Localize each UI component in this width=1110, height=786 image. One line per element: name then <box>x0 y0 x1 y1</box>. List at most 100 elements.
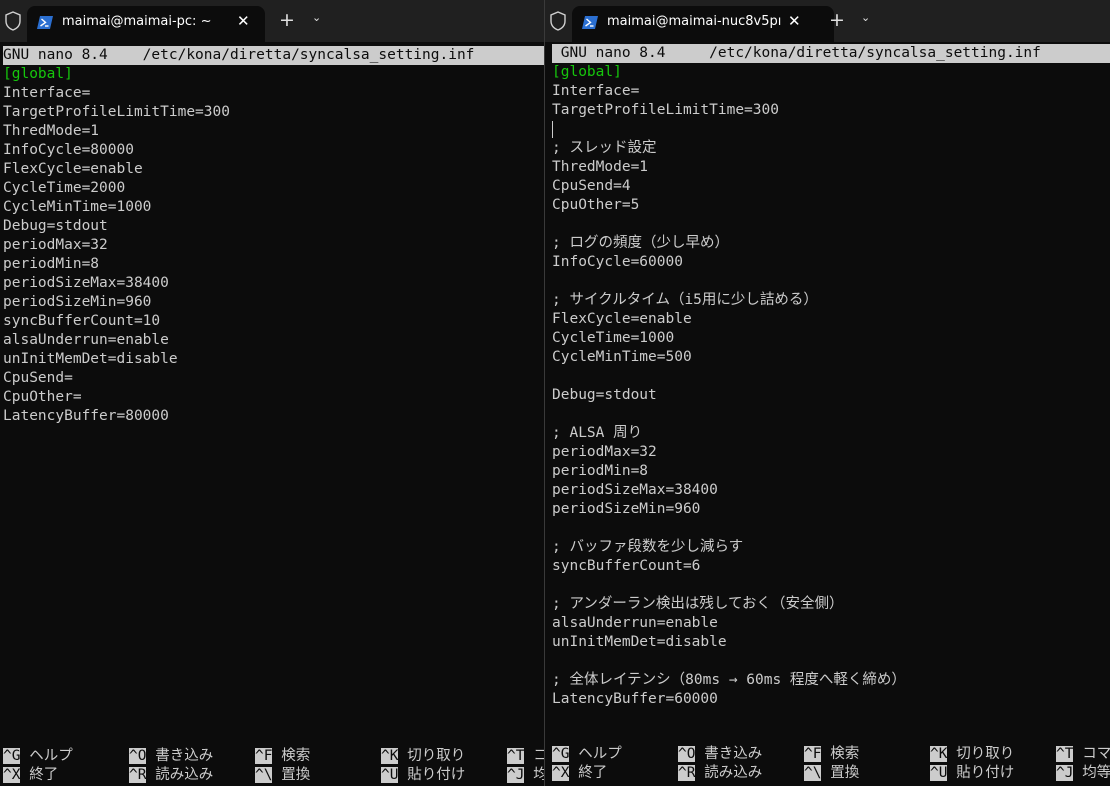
powershell-icon <box>37 16 53 29</box>
shortcut-key: ^U <box>381 767 399 783</box>
shortcut-item[interactable]: ^T コ <box>507 747 544 766</box>
new-tab-button[interactable]: + <box>829 9 845 31</box>
shortcut-item[interactable]: ^T コマ <box>1056 745 1110 764</box>
tab-bar: maimai@maimai-pc: ~ ✕ + ⌄ <box>0 0 544 42</box>
config-line: Debug=stdout <box>3 218 108 234</box>
config-line: periodMax=32 <box>3 237 108 253</box>
config-line: Debug=stdout <box>552 387 657 403</box>
shortcut-item[interactable]: ^U 貼り付け <box>381 766 465 785</box>
shortcut-label: 置換 <box>272 767 311 783</box>
config-line: CycleMinTime=500 <box>552 349 692 365</box>
config-line: ThredMode=1 <box>552 159 649 175</box>
shortcut-item[interactable]: ^R 読み込み <box>129 766 213 785</box>
shortcut-item[interactable]: ^F 検索 <box>255 747 310 766</box>
config-line: InfoCycle=80000 <box>3 142 134 158</box>
config-line: periodSizeMax=38400 <box>552 482 718 498</box>
shortcut-item[interactable]: ^F 検索 <box>804 745 859 764</box>
shortcut-key: ^F <box>255 748 273 764</box>
shortcut-key: ^J <box>507 767 525 783</box>
shortcut-item[interactable]: ^X 終了 <box>552 764 607 783</box>
config-line: CpuSend=4 <box>552 178 631 194</box>
shortcut-item[interactable]: ^J 均等 <box>1056 764 1110 783</box>
shortcut-item[interactable]: ^K 切り取り <box>381 747 465 766</box>
chevron-down-icon[interactable]: ⌄ <box>312 11 321 24</box>
tab-terminal[interactable]: maimai@maimai-pc: ~ ✕ <box>27 6 265 42</box>
config-line: alsaUnderrun=enable <box>3 332 169 348</box>
shortcut-key: ^G <box>3 748 21 764</box>
shortcut-label: 貼り付け <box>947 765 1015 781</box>
shortcut-key: ^X <box>552 765 570 781</box>
config-line: InfoCycle=60000 <box>552 254 683 270</box>
config-line: periodMax=32 <box>552 444 657 460</box>
shortcut-item[interactable]: ^U 貼り付け <box>930 764 1014 783</box>
shortcut-item[interactable]: ^\ 置換 <box>255 766 310 785</box>
shortcut-item[interactable]: ^G ヘルプ <box>3 747 73 766</box>
new-tab-button[interactable]: + <box>279 9 295 31</box>
nano-title: GNU nano 8.4 /etc/kona/diretta/syncalsa_… <box>552 45 1041 61</box>
shortcut-label: 終了 <box>569 765 608 781</box>
shortcut-label: 均等 <box>1073 765 1110 781</box>
shortcut-item[interactable]: ^O 書き込み <box>678 745 762 764</box>
config-line: periodMin=8 <box>3 256 100 272</box>
comment-line: ; ログの頻度（少し早め） <box>552 235 729 251</box>
comment-line: ; バッファ段数を少し減らす <box>552 539 744 555</box>
config-line: Interface= <box>552 83 640 99</box>
shortcut-item[interactable]: ^X 終了 <box>3 766 58 785</box>
shortcut-label: 検索 <box>272 748 311 764</box>
shortcut-key: ^O <box>129 748 147 764</box>
shortcut-key: ^R <box>678 765 696 781</box>
left-terminal-window: maimai@maimai-pc: ~ ✕ + ⌄ GNU nano 8.4 /… <box>0 0 544 786</box>
config-line: CpuOther= <box>3 389 82 405</box>
editor-content[interactable]: [global] Interface= TargetProfileLimitTime… <box>552 63 906 709</box>
config-line: syncBufferCount=10 <box>3 313 161 329</box>
shortcut-label: 切り取り <box>947 746 1015 762</box>
shortcut-key: ^T <box>1056 746 1074 762</box>
close-tab-icon[interactable]: ✕ <box>788 12 801 30</box>
shortcut-key: ^G <box>552 746 570 762</box>
shortcut-item[interactable]: ^G ヘルプ <box>552 745 622 764</box>
config-line: unInitMemDet=disable <box>3 351 178 367</box>
comment-line: ; アンダーラン検出は残しておく（安全側） <box>552 596 844 612</box>
chevron-down-icon[interactable]: ⌄ <box>861 11 870 24</box>
tab-title: maimai@maimai-nuc8v5pı <box>607 14 782 29</box>
comment-line: ; サイクルタイム（i5用に少し詰める） <box>552 292 818 308</box>
shortcut-item[interactable]: ^O 書き込み <box>129 747 213 766</box>
shortcut-key: ^F <box>804 746 822 762</box>
editor-content[interactable]: [global] Interface= TargetProfileLimitTime… <box>3 65 230 426</box>
config-line: Interface= <box>3 85 91 101</box>
tab-title: maimai@maimai-pc: ~ <box>62 14 212 29</box>
section-header: [global] <box>552 64 622 80</box>
shortcut-item[interactable]: ^\ 置換 <box>804 764 859 783</box>
config-line: syncBufferCount=6 <box>552 558 701 574</box>
config-line: FlexCycle=enable <box>3 161 143 177</box>
shield-icon <box>5 11 21 31</box>
shortcut-key: ^T <box>507 748 525 764</box>
config-line: FlexCycle=enable <box>552 311 692 327</box>
shortcut-label: 検索 <box>821 746 860 762</box>
tab-bar: maimai@maimai-nuc8v5pı ✕ + ⌄ <box>545 0 1110 42</box>
config-line: LatencyBuffer=60000 <box>552 691 718 707</box>
shortcut-item[interactable]: ^J 均 <box>507 766 544 785</box>
config-line: CycleTime=1000 <box>552 330 675 346</box>
config-line: periodMin=8 <box>552 463 649 479</box>
close-tab-icon[interactable]: ✕ <box>237 12 250 30</box>
shortcut-label: 置換 <box>821 765 860 781</box>
config-line: CycleTime=2000 <box>3 180 126 196</box>
shortcut-label: コ <box>533 748 544 764</box>
shortcut-label: 読み込み <box>146 767 214 783</box>
shortcut-key: ^R <box>129 767 147 783</box>
shortcut-label: ヘルプ <box>569 746 622 762</box>
shortcut-item[interactable]: ^K 切り取り <box>930 745 1014 764</box>
shortcut-label: 書き込み <box>695 746 763 762</box>
shield-icon <box>550 11 566 31</box>
shortcut-item[interactable]: ^R 読み込み <box>678 764 762 783</box>
tab-terminal[interactable]: maimai@maimai-nuc8v5pı ✕ <box>572 6 834 42</box>
config-line: CpuSend= <box>3 370 73 386</box>
